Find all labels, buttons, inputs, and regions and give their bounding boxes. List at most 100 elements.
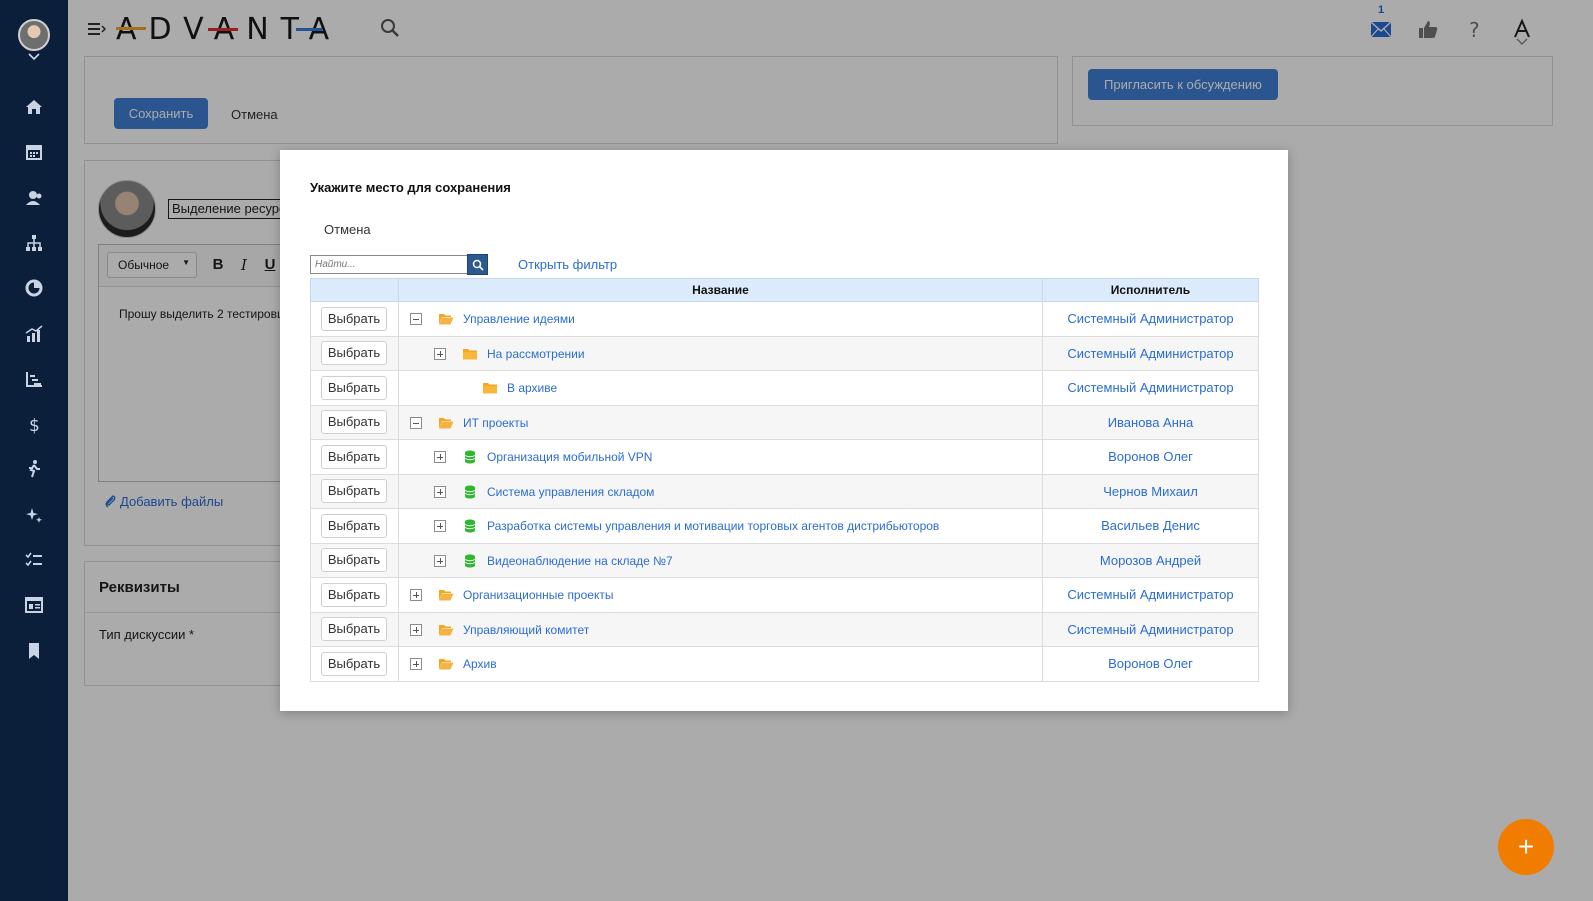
select-row-button[interactable]: Выбрать: [321, 444, 387, 469]
gantt-icon[interactable]: [24, 369, 44, 389]
open-filter-link[interactable]: Открыть фильтр: [518, 257, 617, 272]
contacts-icon[interactable]: [24, 188, 44, 208]
folder-icon: [462, 347, 478, 361]
executor-cell: Чернов Михаил: [1042, 473, 1259, 509]
node-name-link[interactable]: Видеонаблюдение на складе №7: [487, 554, 673, 568]
node-name-link[interactable]: Система управления складом: [487, 485, 654, 499]
folder-open-icon: [438, 312, 454, 326]
table-row: Выбрать Организация мобильной VPN Воронов …: [310, 439, 1259, 475]
node-name-link[interactable]: Разработка системы управления и мотиваци…: [487, 519, 939, 533]
expand-icon[interactable]: [410, 658, 422, 670]
executor-link[interactable]: Системный Администратор: [1067, 346, 1233, 361]
select-row-button[interactable]: Выбрать: [321, 651, 387, 676]
executor-cell: Васильев Денис: [1042, 508, 1259, 544]
folder-open-icon: [438, 588, 454, 602]
select-cell: Выбрать: [310, 542, 399, 578]
expand-icon[interactable]: [410, 623, 422, 636]
activity-icon[interactable]: [24, 459, 44, 479]
folder-open-icon: [438, 623, 454, 637]
executor-link[interactable]: Системный Администратор: [1067, 622, 1233, 637]
node-name-link[interactable]: Управление идеями: [463, 312, 575, 326]
select-row-button[interactable]: Выбрать: [321, 410, 387, 435]
home-icon[interactable]: [24, 97, 44, 117]
select-cell: Выбрать: [310, 646, 399, 682]
name-cell: Разработка системы управления и мотиваци…: [398, 508, 1043, 544]
create-fab-button[interactable]: +: [1498, 819, 1554, 875]
table-row: Выбрать ИТ проекты Иванова Анна: [310, 404, 1259, 440]
executor-link[interactable]: Иванова Анна: [1108, 415, 1194, 430]
executor-column-header[interactable]: Исполнитель: [1042, 278, 1259, 302]
node-name-link[interactable]: В архиве: [507, 381, 557, 395]
name-cell: Организация мобильной VPN: [398, 439, 1043, 475]
executor-link[interactable]: Системный Администратор: [1067, 380, 1233, 395]
name-cell: Архив: [398, 646, 1043, 682]
search-icon: [472, 259, 484, 271]
executor-link[interactable]: Чернов Михаил: [1103, 484, 1198, 499]
user-avatar[interactable]: [18, 19, 50, 51]
bookmark-icon[interactable]: [24, 641, 44, 661]
executor-link[interactable]: Воронов Олег: [1108, 656, 1193, 671]
name-cell: Видеонаблюдение на складе №7: [398, 542, 1043, 578]
select-row-button[interactable]: Выбрать: [321, 375, 387, 400]
project-icon: [462, 554, 478, 568]
finance-icon[interactable]: $: [24, 414, 44, 434]
expand-icon[interactable]: [434, 520, 446, 532]
select-row-button[interactable]: Выбрать: [321, 479, 387, 504]
project-icon: [462, 519, 478, 533]
project-icon: [462, 450, 478, 464]
node-name-link[interactable]: Управляющий комитет: [463, 623, 589, 637]
select-column-header: [310, 278, 399, 302]
svg-text:$: $: [29, 416, 40, 434]
name-column-header[interactable]: Название: [398, 278, 1043, 302]
executor-cell: Иванова Анна: [1042, 404, 1259, 440]
name-cell: Управляющий комитет: [398, 611, 1043, 647]
calendar-icon[interactable]: [24, 142, 44, 162]
collapse-icon[interactable]: [410, 416, 422, 429]
select-row-button[interactable]: Выбрать: [321, 341, 387, 366]
node-name-link[interactable]: ИТ проекты: [463, 416, 528, 430]
name-cell: На рассмотрении: [398, 335, 1043, 371]
executor-cell: Системный Администратор: [1042, 370, 1259, 406]
executor-link[interactable]: Васильев Денис: [1101, 518, 1200, 533]
select-row-button[interactable]: Выбрать: [321, 617, 387, 642]
dialog-cancel-button[interactable]: Отмена: [324, 222, 371, 237]
search-input[interactable]: [310, 255, 468, 274]
folder-open-icon: [438, 657, 454, 671]
select-row-button[interactable]: Выбрать: [321, 582, 387, 607]
search-button[interactable]: [467, 254, 488, 275]
expand-icon[interactable]: [434, 485, 446, 498]
select-cell: Выбрать: [310, 301, 399, 337]
select-cell: Выбрать: [310, 577, 399, 613]
expand-icon[interactable]: [434, 451, 446, 463]
executor-link[interactable]: Системный Администратор: [1067, 587, 1233, 602]
checklist-icon[interactable]: [24, 550, 44, 570]
node-name-link[interactable]: Архив: [463, 657, 497, 671]
collapse-icon[interactable]: [410, 313, 422, 325]
expand-icon[interactable]: [410, 589, 422, 601]
executor-link[interactable]: Воронов Олег: [1108, 449, 1193, 464]
analytics-icon[interactable]: [24, 324, 44, 344]
table-row: Выбрать Управляющий комитет Системный Адми…: [310, 611, 1259, 647]
name-cell: Организационные проекты: [398, 577, 1043, 613]
news-icon[interactable]: [24, 595, 44, 615]
expand-icon[interactable]: [434, 554, 446, 567]
expand-icon[interactable]: [434, 347, 446, 360]
executor-cell: Системный Администратор: [1042, 577, 1259, 613]
folder-icon: [482, 381, 498, 395]
select-row-button[interactable]: Выбрать: [321, 306, 387, 331]
executor-cell: Системный Администратор: [1042, 301, 1259, 337]
executor-link[interactable]: Системный Администратор: [1067, 311, 1233, 326]
folder-open-icon: [438, 416, 454, 430]
node-name-link[interactable]: На рассмотрении: [487, 347, 585, 361]
select-row-button[interactable]: Выбрать: [321, 513, 387, 538]
pie-chart-icon[interactable]: [24, 278, 44, 298]
node-name-link[interactable]: Организационные проекты: [463, 588, 613, 602]
executor-link[interactable]: Морозов Андрей: [1100, 553, 1201, 568]
executor-cell: Морозов Андрей: [1042, 542, 1259, 578]
org-structure-icon[interactable]: [24, 233, 44, 253]
save-location-dialog: Укажите место для сохранения Отмена Откр…: [280, 150, 1288, 711]
node-name-link[interactable]: Организация мобильной VPN: [487, 450, 652, 464]
select-row-button[interactable]: Выбрать: [321, 548, 387, 573]
chevron-down-icon[interactable]: [28, 53, 40, 61]
magic-icon[interactable]: [24, 505, 44, 525]
